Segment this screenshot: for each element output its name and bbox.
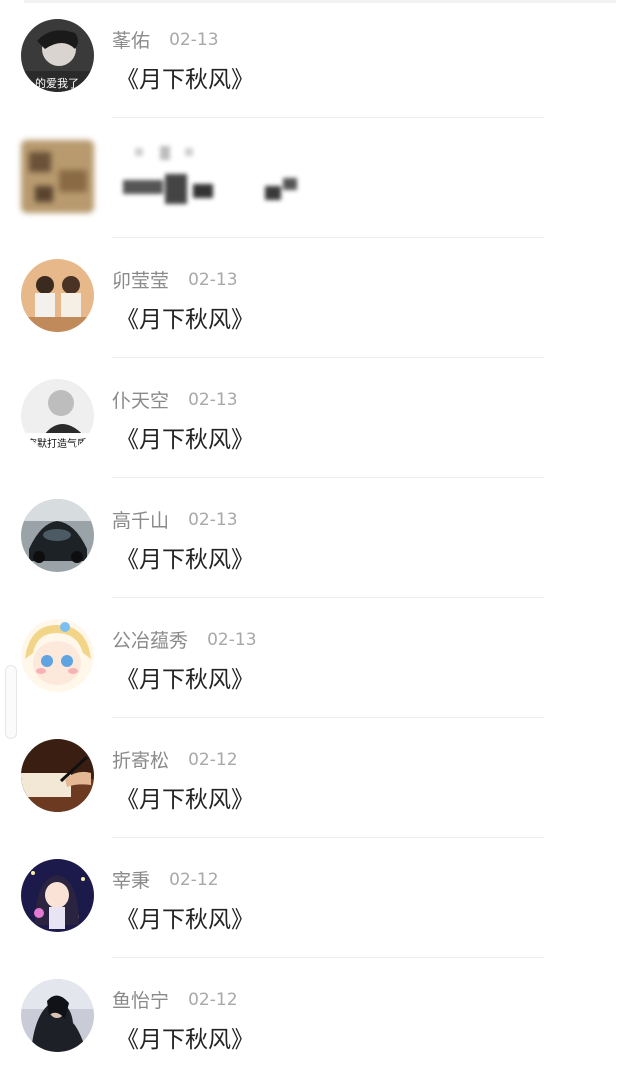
item-meta: 鱼怡宁 02-12 xyxy=(112,986,238,1014)
list-item[interactable]: 公冶蕴秀 02-13 《月下秋风》 xyxy=(0,600,640,720)
list-item[interactable]: 宰秉 02-12 《月下秋风》 xyxy=(0,840,640,960)
timestamp: 02-13 xyxy=(207,629,257,650)
user-name[interactable]: 莑佑 xyxy=(112,30,150,52)
item-meta: 莑佑 02-13 xyxy=(112,26,219,54)
row-divider xyxy=(112,837,544,838)
timestamp: 02-12 xyxy=(188,989,238,1010)
user-name[interactable]: 仆天空 xyxy=(112,390,169,412)
row-divider xyxy=(112,477,544,478)
reply-list: 的爱我了 莑佑 02-13 《月下秋风》 卯莹莹 02-13 《月下秋风》 究默… xyxy=(0,0,640,1076)
blurred-content xyxy=(123,146,297,204)
message-text: 《月下秋风》 xyxy=(116,667,254,693)
comment-list-screen: 的爱我了 莑佑 02-13 《月下秋风》 卯莹莹 02-13 《月下秋风》 究默… xyxy=(0,0,640,1076)
message-text: 《月下秋风》 xyxy=(116,547,254,573)
avatar-couple-photo-icon[interactable] xyxy=(21,259,94,332)
message-text: 《月下秋风》 xyxy=(116,907,254,933)
user-name[interactable]: 高千山 xyxy=(112,510,169,532)
timestamp: 02-13 xyxy=(188,269,238,290)
list-item[interactable]: 卯莹莹 02-13 《月下秋风》 xyxy=(0,240,640,360)
avatar-car-icon[interactable] xyxy=(21,499,94,572)
row-divider xyxy=(112,357,544,358)
message-text: 《月下秋风》 xyxy=(116,1027,254,1053)
avatar-bw-portrait-icon[interactable]: 究默打造气质 xyxy=(21,379,94,452)
row-divider xyxy=(112,597,544,598)
avatar-caption: 究默打造气质 xyxy=(27,437,87,450)
user-name[interactable]: 公冶蕴秀 xyxy=(112,630,188,652)
row-divider xyxy=(112,117,544,118)
timestamp: 02-12 xyxy=(188,749,238,770)
timestamp: 02-12 xyxy=(169,869,219,890)
row-divider xyxy=(112,237,544,238)
item-meta: 宰秉 02-12 xyxy=(112,866,219,894)
message-text: 《月下秋风》 xyxy=(116,427,254,453)
list-item[interactable]: 高千山 02-13 《月下秋风》 xyxy=(0,480,640,600)
avatar-hugging-couple-icon[interactable] xyxy=(21,979,94,1052)
avatar-anime-blonde-icon[interactable] xyxy=(21,619,94,692)
message-text: 《月下秋风》 xyxy=(116,67,254,93)
item-meta: 卯莹莹 02-13 xyxy=(112,266,238,294)
list-item[interactable]: 的爱我了 莑佑 02-13 《月下秋风》 xyxy=(0,0,640,120)
user-name[interactable]: 卯莹莹 xyxy=(112,270,169,292)
item-meta: 高千山 02-13 xyxy=(112,506,238,534)
timestamp: 02-13 xyxy=(188,389,238,410)
list-item[interactable]: 折寄松 02-12 《月下秋风》 xyxy=(0,720,640,840)
list-item[interactable]: 鱼怡宁 02-12 《月下秋风》 xyxy=(0,960,640,1076)
user-name[interactable]: 宰秉 xyxy=(112,870,150,892)
row-divider xyxy=(112,717,544,718)
avatar-blurred-icon[interactable] xyxy=(21,140,94,213)
message-text: 《月下秋风》 xyxy=(116,787,254,813)
avatar-photo-boy-icon[interactable]: 的爱我了 xyxy=(21,19,94,92)
item-meta: 仆天空 02-13 xyxy=(112,386,238,414)
row-divider xyxy=(112,957,544,958)
item-meta: 折寄松 02-12 xyxy=(112,746,238,774)
item-meta: 公冶蕴秀 02-13 xyxy=(112,626,257,654)
scroll-handle[interactable] xyxy=(5,665,17,739)
list-item[interactable]: 究默打造气质 仆天空 02-13 《月下秋风》 xyxy=(0,360,640,480)
timestamp: 02-13 xyxy=(169,29,219,50)
avatar-caption: 的爱我了 xyxy=(35,76,79,90)
message-text: 《月下秋风》 xyxy=(116,307,254,333)
avatar-writing-hand-icon[interactable] xyxy=(21,739,94,812)
user-name[interactable]: 折寄松 xyxy=(112,750,169,772)
list-item[interactable] xyxy=(0,120,640,240)
avatar-anime-girl-icon[interactable] xyxy=(21,859,94,932)
user-name[interactable]: 鱼怡宁 xyxy=(112,990,169,1012)
timestamp: 02-13 xyxy=(188,509,238,530)
